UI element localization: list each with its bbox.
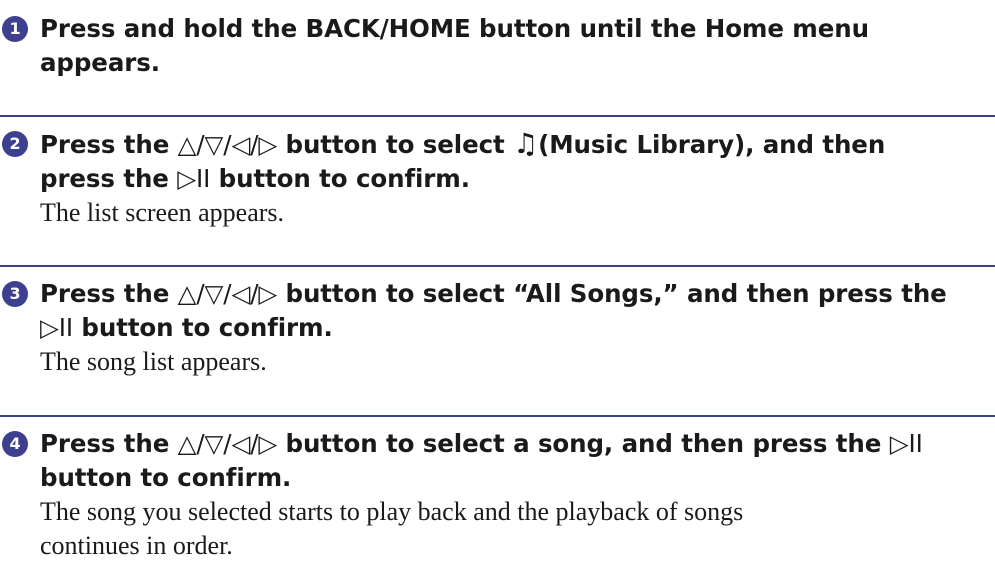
heading-text: button to select a song, and then press … xyxy=(277,429,890,458)
step-3-heading-line-1: Press the △/▽/◁/▷ button to select “All … xyxy=(40,277,995,311)
step-number-badge: 2 xyxy=(2,131,28,157)
step-2-heading: 2 Press the △/▽/◁/▷ button to select ♫(M… xyxy=(0,127,995,196)
heading-text: button to select xyxy=(277,130,514,159)
step-4-heading-line-2: button to confirm. xyxy=(40,463,292,492)
play-pause-icon: ▷II xyxy=(177,164,211,193)
step-4-description: The song you selected starts to play bac… xyxy=(0,495,995,563)
step-1-heading: 1 Press and hold the BACK/HOME button un… xyxy=(0,12,995,80)
description-line: The song you selected starts to play bac… xyxy=(40,497,744,526)
heading-text: button to confirm. xyxy=(73,313,333,342)
heading-text: Press the xyxy=(40,279,178,308)
heading-text: Press the xyxy=(40,429,178,458)
direction-arrows-icon: △/▽/◁/▷ xyxy=(177,130,278,159)
description-line: continues in order. xyxy=(40,531,233,560)
heading-text: button to confirm. xyxy=(210,164,470,193)
divider xyxy=(0,415,995,417)
step-3-description: The song list appears. xyxy=(40,347,267,376)
step-1-heading-line-1: Press and hold the BACK/HOME button unti… xyxy=(40,14,869,43)
step-4-heading: 4 Press the △/▽/◁/▷ button to select a s… xyxy=(0,427,995,495)
divider xyxy=(0,265,995,267)
play-pause-icon: ▷II xyxy=(889,429,923,458)
step-1: 1 Press and hold the BACK/HOME button un… xyxy=(0,12,995,80)
step-2-description: The list screen appears. xyxy=(40,198,285,227)
step-3-heading-line-2: ▷II button to confirm. xyxy=(40,311,995,345)
step-4: 4 Press the △/▽/◁/▷ button to select a s… xyxy=(0,427,995,563)
play-pause-icon: ▷II xyxy=(40,313,73,342)
heading-text: Press the xyxy=(40,130,178,159)
step-2-heading-line-1: Press the △/▽/◁/▷ button to select ♫(Mus… xyxy=(40,127,995,162)
step-2-heading-line-2: press the ▷II button to confirm. xyxy=(40,162,995,196)
step-number-badge: 4 xyxy=(2,431,28,457)
direction-arrows-icon: △/▽/◁/▷ xyxy=(177,279,278,308)
step-4-heading-line-1: Press the △/▽/◁/▷ button to select a son… xyxy=(40,427,995,461)
music-note-icon: ♫ xyxy=(513,127,539,160)
step-number-badge: 3 xyxy=(2,281,28,307)
step-2: 2 Press the △/▽/◁/▷ button to select ♫(M… xyxy=(0,127,995,230)
step-3-heading: 3 Press the △/▽/◁/▷ button to select “Al… xyxy=(0,277,995,345)
heading-text: press the xyxy=(40,164,178,193)
divider xyxy=(0,115,995,117)
heading-text: (Music Library), and then xyxy=(538,130,886,159)
step-number-badge: 1 xyxy=(2,16,28,42)
step-1-heading-line-2: appears. xyxy=(40,48,160,77)
step-3: 3 Press the △/▽/◁/▷ button to select “Al… xyxy=(0,277,995,379)
direction-arrows-icon: △/▽/◁/▷ xyxy=(177,429,278,458)
heading-text: button to select “All Songs,” and then p… xyxy=(277,279,947,308)
